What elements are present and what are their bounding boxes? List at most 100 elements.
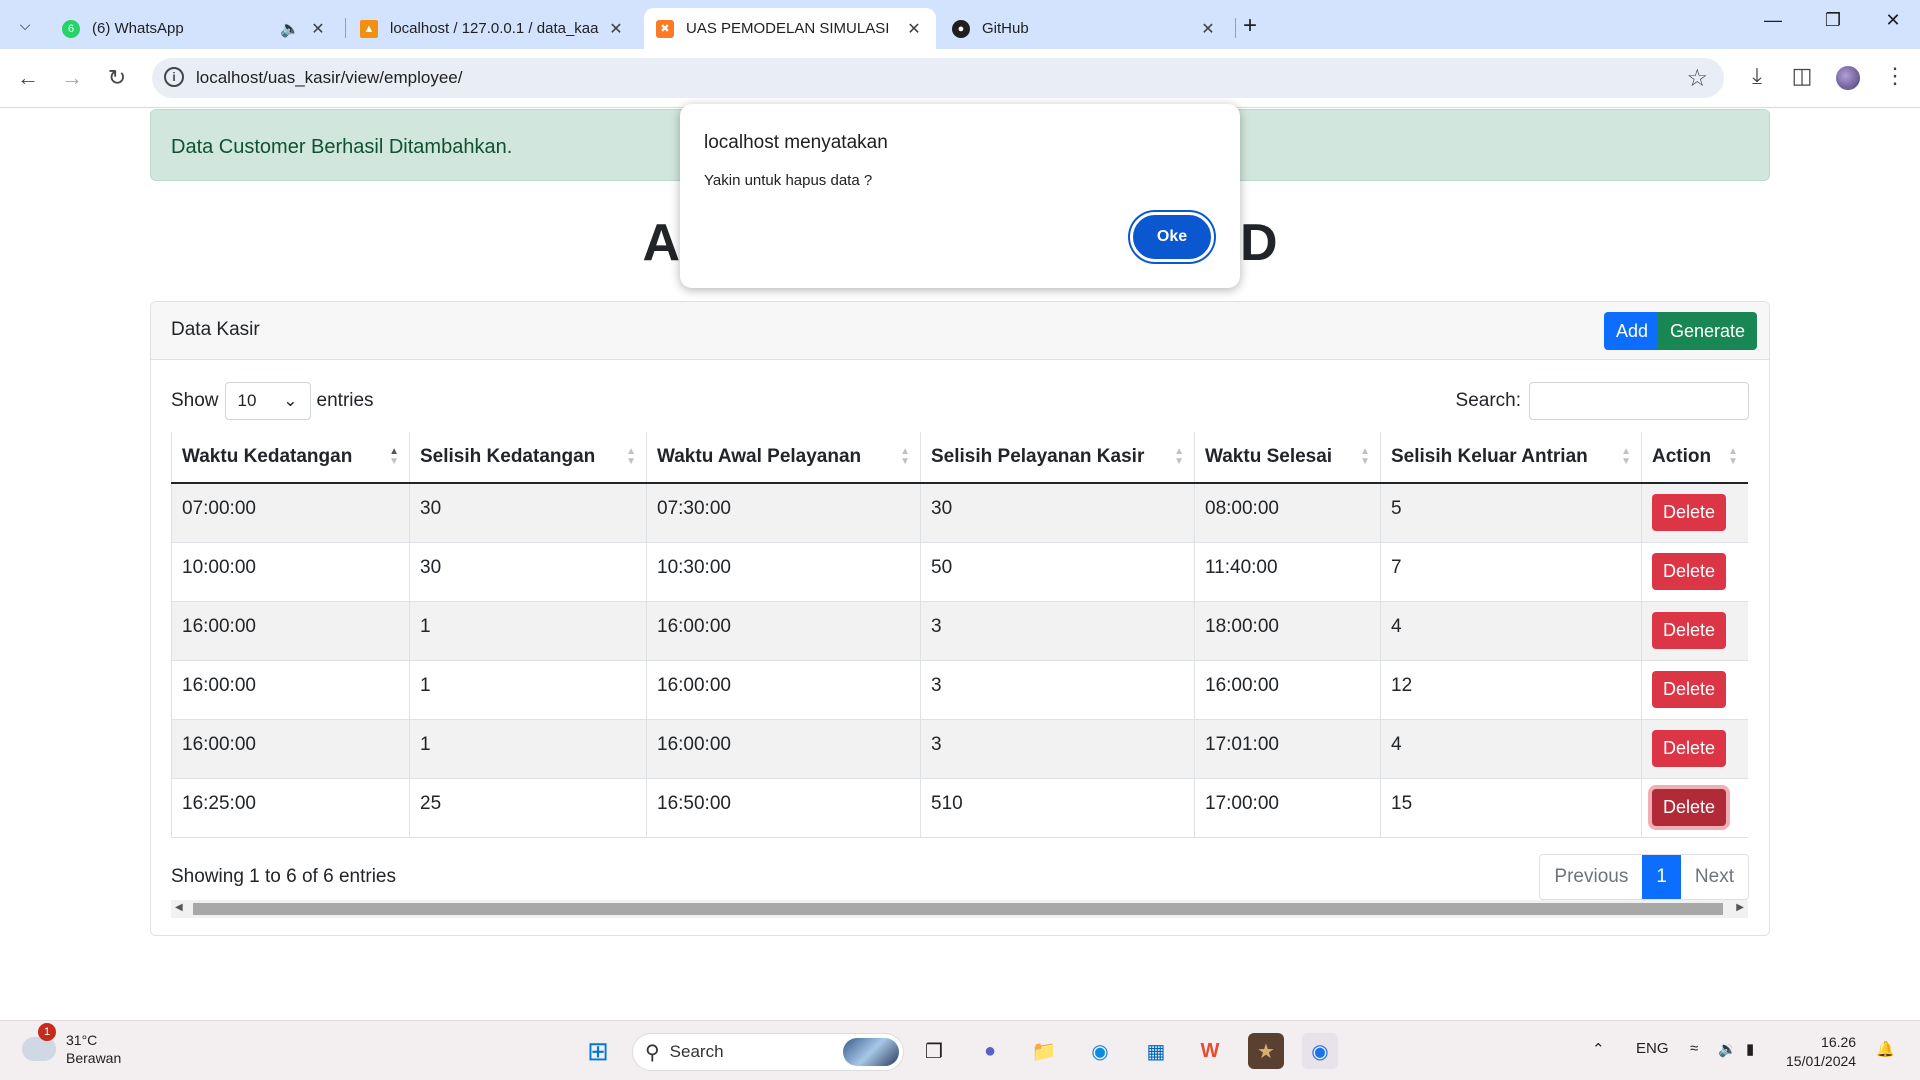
column-header[interactable]: Action ▲ ▼ [1641,432,1748,484]
file-explorer-icon[interactable]: 📁 [1026,1033,1062,1069]
store-icon[interactable]: ▦ [1138,1033,1174,1069]
delete-button[interactable]: Delete [1652,670,1727,708]
generate-button[interactable]: Generate [1658,312,1758,350]
horizontal-scrollbar[interactable]: ◀ ▶ [171,900,1748,918]
battery-icon[interactable]: ▮ [1746,1040,1754,1058]
sort-icon: ▲ ▼ [1360,446,1370,467]
dialog-message: Yakin untuk hapus data ? [704,172,873,189]
site-info-icon[interactable]: i [164,67,184,87]
volume-icon[interactable]: 🔉 [1718,1040,1737,1058]
cell: 16:50:00 [646,778,921,838]
column-header[interactable]: Waktu Selesai ▲ ▼ [1194,432,1381,484]
action-cell: Delete [1641,660,1748,720]
task-view-icon[interactable]: ❐ [916,1033,952,1069]
delete-button[interactable]: Delete [1652,611,1727,649]
sort-icon: ▲ ▼ [1621,446,1631,467]
chevron-up-icon[interactable]: ⌃ [1592,1040,1605,1058]
clock-date: 15/01/2024 [1786,1053,1857,1069]
scroll-left-icon[interactable]: ◀ [175,902,183,913]
minimize-icon[interactable]: — [1753,10,1793,31]
show-label: Show [171,390,219,411]
cell: 30 [409,542,647,602]
search-input[interactable] [1529,382,1749,420]
search-highlight-image [843,1038,899,1066]
url-text[interactable]: localhost/uas_kasir/view/employee/ [196,68,462,88]
tab-search-button[interactable]: ⌵ [10,10,40,40]
taskbar-search[interactable]: ⚲ Search [632,1033,904,1071]
table-info: Showing 1 to 6 of 6 entries [171,866,396,887]
entries-label: entries [316,390,374,411]
page-title-right: D [1240,214,1278,272]
page-title-left: A [642,214,680,272]
cell: 3 [920,660,1195,720]
reload-icon[interactable]: ↻ [102,65,132,91]
back-icon[interactable]: ← [13,65,43,91]
cell: 4 [1380,719,1642,779]
dialog-title: localhost menyatakan [704,132,888,153]
new-tab-button[interactable]: + [1243,12,1257,40]
wifi-icon[interactable]: ≈ [1690,1040,1698,1057]
profile-avatar[interactable] [1836,66,1860,90]
data-kasir-card: Data Kasir Add Generate Show 10 ⌄ entrie… [150,301,1770,936]
column-header[interactable]: Waktu Awal Pelayanan ▲ ▼ [646,432,921,484]
tab-uas-pemodelan[interactable]: ✖ UAS PEMODELAN SIMULASI ✕ [644,8,936,49]
next-button[interactable]: Next [1681,855,1748,899]
bookmark-star-icon[interactable]: ☆ [1686,64,1708,93]
clock[interactable]: 16.26 15/01/2024 [1786,1033,1856,1071]
tab-whatsapp[interactable]: 6 (6) WhatsApp 🔈 ✕ [50,8,340,49]
action-cell: Delete [1641,542,1748,602]
forward-icon[interactable]: → [57,65,87,91]
audio-icon[interactable]: 🔈 [280,19,300,39]
address-bar[interactable]: i localhost/uas_kasir/view/employee/ ☆ [152,58,1724,98]
tab-github[interactable]: ● GitHub ✕ [940,8,1230,49]
notification-bell-icon[interactable]: 🔔 [1876,1040,1895,1058]
notification-badge: 1 [38,1023,56,1041]
sort-icon: ▲ ▼ [626,446,636,467]
column-header[interactable]: Selisih Pelayanan Kasir ▲ ▼ [920,432,1195,484]
entries-select[interactable]: 10 ⌄ [224,382,311,420]
cell: 11:40:00 [1194,542,1381,602]
chat-icon[interactable]: ● [972,1033,1008,1069]
chrome-icon[interactable]: ◉ [1302,1033,1338,1069]
close-icon[interactable]: ✕ [308,19,328,39]
tab-phpmyadmin[interactable]: ▲ localhost / 127.0.0.1 / data_kaa ✕ [348,8,638,49]
cell: 1 [409,719,647,779]
add-button[interactable]: Add [1604,312,1661,350]
cell: 7 [1380,542,1642,602]
close-icon[interactable]: ✕ [606,19,626,39]
weather-widget[interactable]: 1 31°C Berawan [22,1023,121,1067]
restore-icon[interactable]: ❐ [1813,10,1853,31]
column-header[interactable]: Selisih Keluar Antrian ▲ ▼ [1380,432,1642,484]
game-app-icon[interactable]: ★ [1248,1033,1284,1069]
delete-button[interactable]: Delete [1652,788,1727,826]
card-header: Data Kasir Add Generate [151,302,1769,360]
cell: 16:00:00 [646,719,921,779]
ok-button[interactable]: Oke [1130,212,1214,262]
page-1-button[interactable]: 1 [1642,855,1681,899]
cell: 07:30:00 [646,483,921,543]
menu-icon[interactable]: ⋮ [1880,63,1910,89]
delete-button[interactable]: Delete [1652,729,1727,767]
tab-title: localhost / 127.0.0.1 / data_kaa [390,20,599,37]
search-icon: ⚲ [645,1041,660,1064]
delete-button[interactable]: Delete [1652,552,1727,590]
close-icon[interactable]: ✕ [1198,19,1218,39]
column-header[interactable]: Selisih Kedatangan ▲ ▼ [409,432,647,484]
close-icon[interactable]: ✕ [904,19,924,39]
scroll-right-icon[interactable]: ▶ [1736,902,1744,913]
cell: 10:30:00 [646,542,921,602]
side-panel-icon[interactable]: ◫ [1787,63,1817,89]
download-icon[interactable]: ⤓ [1742,63,1772,89]
edge-icon[interactable]: ◉ [1082,1033,1118,1069]
delete-button[interactable]: Delete [1652,494,1727,531]
window-close-icon[interactable]: ✕ [1873,10,1913,31]
wps-icon[interactable]: W [1192,1033,1228,1069]
language-indicator[interactable]: ENG [1636,1040,1669,1057]
cell: 16:00:00 [171,719,410,779]
cell: 510 [920,778,1195,838]
cell: 17:00:00 [1194,778,1381,838]
column-header[interactable]: Waktu Kedatangan ▲ ▼ [171,432,410,484]
scrollbar-thumb[interactable] [193,903,1723,915]
windows-start-icon[interactable]: ⊞ [580,1033,616,1069]
previous-button[interactable]: Previous [1540,855,1642,899]
